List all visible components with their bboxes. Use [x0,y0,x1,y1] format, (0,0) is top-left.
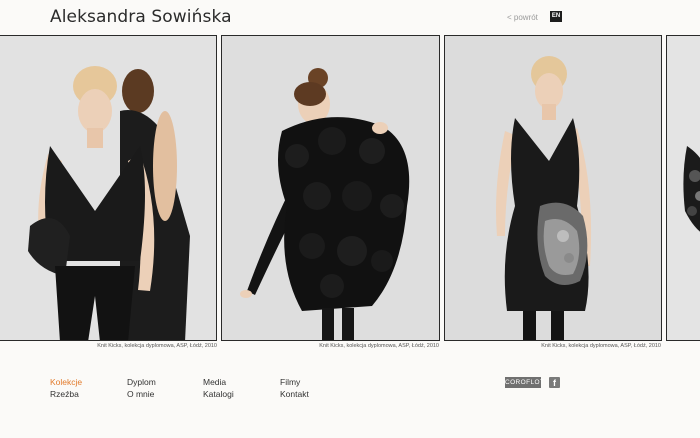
nav-link-rzezba[interactable]: Rzeźba [50,388,82,400]
facebook-icon[interactable]: f [549,377,560,388]
nav-link-filmy[interactable]: Filmy [280,376,309,388]
photo-caption-1: Knit Kicks, kolekcja dyplomowa, ASP, Łód… [97,343,217,349]
gallery-photo-2[interactable] [221,35,440,341]
nav-link-dyplom[interactable]: Dyplom [127,376,156,388]
nav-column-2: Dyplom O mnie [127,376,156,400]
nav-column-4: Filmy Kontakt [280,376,309,400]
nav-column-3: Media Katalogi [203,376,234,400]
fashion-photo-sleeveless-dress [445,36,661,340]
nav-link-kolekcje[interactable]: Kolekcje [50,376,82,388]
nav-column-1: Kolekcje Rzeźba [50,376,82,400]
nav-link-katalogi[interactable]: Katalogi [203,388,234,400]
gallery-photo-1[interactable] [0,35,217,341]
nav-link-media[interactable]: Media [203,376,234,388]
coroflot-button[interactable]: COROFLOT [505,377,544,388]
nav-link-kontakt[interactable]: Kontakt [280,388,309,400]
photo-gallery: Knit Kicks, kolekcja dyplomowa, ASP, Łód… [0,0,700,360]
photo-caption-2: Knit Kicks, kolekcja dyplomowa, ASP, Łód… [319,343,439,349]
fashion-photo-two-models [0,36,216,340]
fashion-photo-black-ruffle-dress [222,36,439,340]
photo-caption-3: Knit Kicks, kolekcja dyplomowa, ASP, Łód… [541,343,661,349]
gallery-photo-4[interactable] [666,35,700,341]
nav-link-o-mnie[interactable]: O mnie [127,388,156,400]
fashion-photo-partial [667,36,700,340]
gallery-photo-3[interactable] [444,35,662,341]
